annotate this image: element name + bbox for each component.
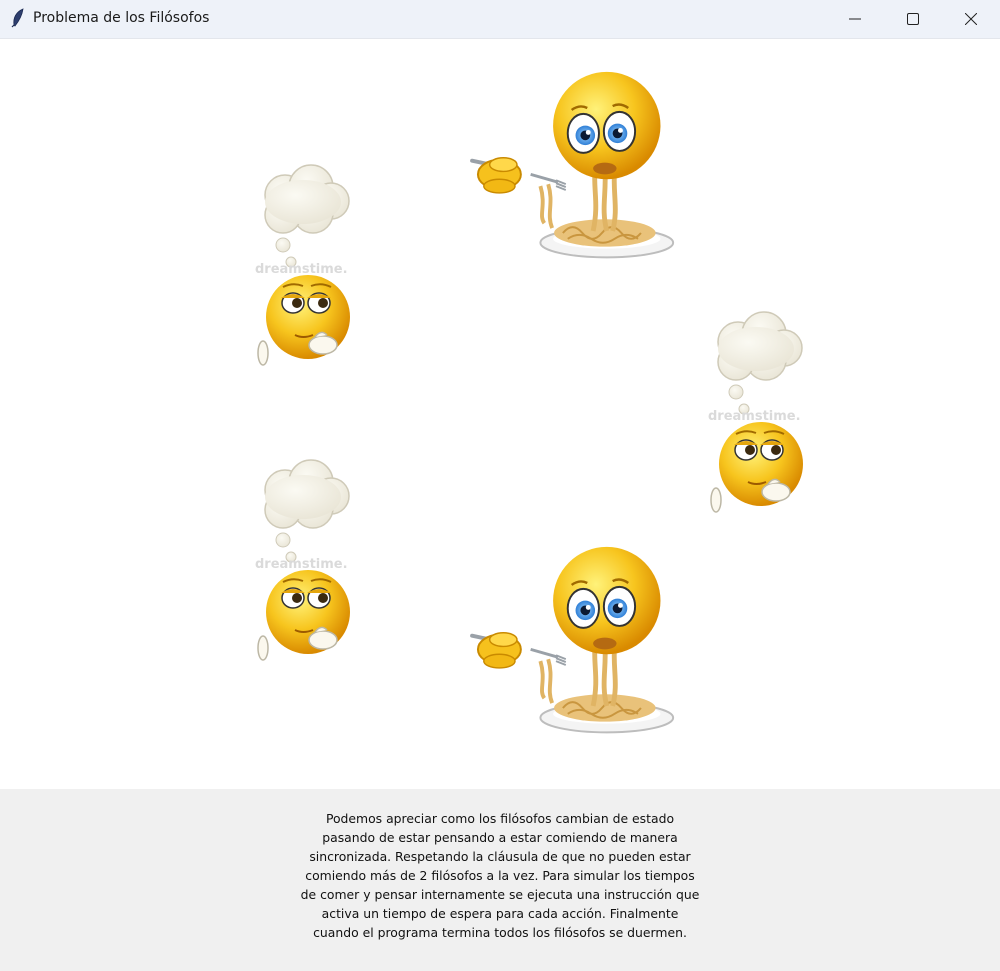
description-panel: Podemos apreciar como los filósofos camb…: [0, 789, 1000, 971]
philosophers-canvas: [0, 39, 1000, 789]
minimize-button[interactable]: [826, 0, 884, 38]
eating-spaghetti-emoji-icon: [470, 67, 685, 272]
window-title: Problema de los Filósofos: [33, 10, 210, 26]
minimize-icon: [849, 13, 861, 25]
philosopher-thinking-left-bottom: [192, 452, 404, 667]
philosopher-eating-bottom: [470, 542, 685, 747]
title-bar: Problema de los Filósofos: [0, 0, 1000, 39]
maximize-icon: [907, 13, 919, 25]
eating-spaghetti-emoji-icon: [470, 542, 685, 747]
close-button[interactable]: [942, 0, 1000, 38]
maximize-button[interactable]: [884, 0, 942, 38]
philosopher-eating-top: [470, 67, 685, 272]
feather-icon: [10, 8, 26, 28]
close-icon: [965, 13, 977, 25]
thinking-emoji-icon: [192, 157, 404, 372]
philosopher-thinking-left-top: [192, 157, 404, 372]
philosopher-thinking-right: [645, 304, 857, 519]
thinking-emoji-icon: [192, 452, 404, 667]
thinking-emoji-icon: [645, 304, 857, 519]
description-text: Podemos apreciar como los filósofos camb…: [300, 811, 700, 940]
